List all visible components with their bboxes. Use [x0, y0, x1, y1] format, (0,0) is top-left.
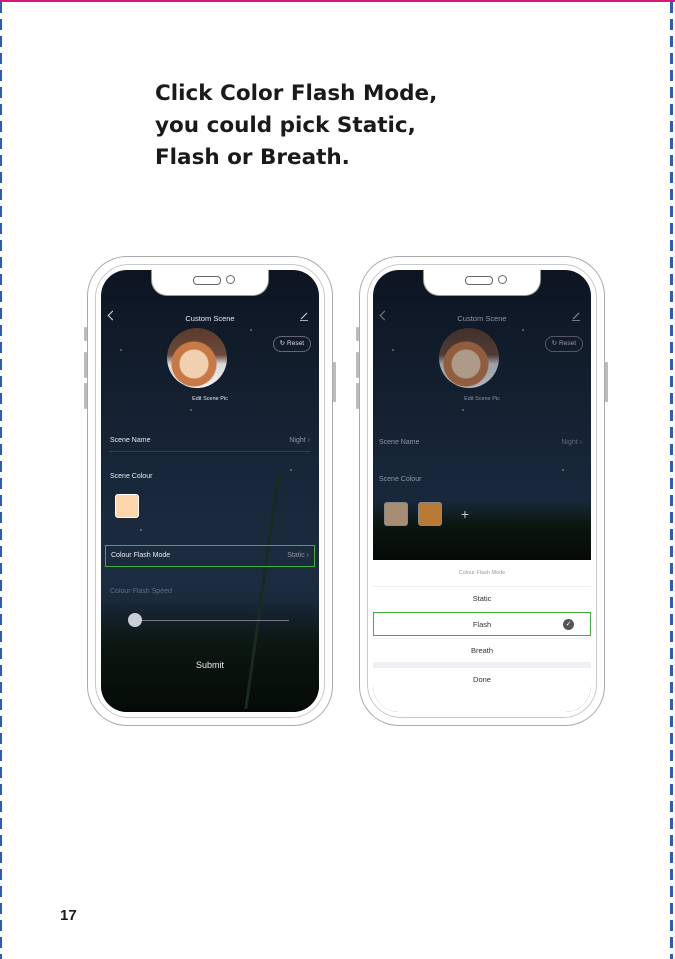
page-number: 17	[60, 907, 77, 924]
volume-down-button	[84, 383, 87, 409]
right-dashed-border	[670, 2, 673, 959]
reset-button[interactable]: ↻ Reset	[544, 336, 583, 352]
scene-colour-label: Scene Colour	[379, 476, 422, 483]
reset-label: Reset	[559, 340, 576, 347]
heading-line-2: you could pick Static,	[155, 113, 416, 138]
scene-name-value-row[interactable]: Night ›	[289, 437, 310, 444]
scene-name-value: Night	[289, 437, 306, 444]
option-flash-label: Flash	[472, 620, 492, 629]
option-breath[interactable]: Breath	[373, 638, 591, 662]
nav-title: Custom Scene	[457, 314, 507, 323]
phone-mockup-right: Custom Scene ↻ Reset Edit Scene Pic Scen…	[356, 256, 608, 726]
refresh-icon: ↻	[551, 340, 558, 347]
scene-name-label: Scene Name	[379, 439, 420, 446]
volume-down-button	[356, 383, 359, 409]
mute-button	[84, 327, 87, 341]
edit-pencil-icon[interactable]	[299, 311, 309, 321]
phone-notch	[423, 270, 541, 296]
refresh-icon: ↻	[279, 340, 286, 347]
front-camera	[226, 275, 235, 284]
flash-mode-value-group: Static ›	[287, 552, 309, 559]
chevron-right-icon: ›	[306, 552, 309, 559]
scene-name-label: Scene Name	[110, 437, 151, 444]
flash-speed-label: Colour Flash Speed	[110, 588, 172, 595]
volume-up-button	[356, 352, 359, 378]
power-button	[333, 362, 336, 402]
submit-button[interactable]: Submit	[101, 660, 319, 670]
colour-swatch[interactable]	[418, 502, 442, 526]
phone-notch	[151, 270, 269, 296]
heading-line-1: Click Color Flash Mode,	[155, 81, 438, 106]
phone-screen: Custom Scene ↻ Reset Edit Scene Pic Scen…	[101, 270, 319, 712]
phone-screen: Custom Scene ↻ Reset Edit Scene Pic Scen…	[373, 270, 591, 712]
add-colour-plus-icon[interactable]: +	[453, 502, 477, 526]
speaker-grille	[465, 276, 493, 285]
chevron-right-icon: ›	[579, 439, 582, 446]
scene-colour-label: Scene Colour	[110, 473, 153, 480]
colour-flash-mode-row[interactable]: Colour Flash Mode Static ›	[105, 545, 315, 567]
flash-mode-action-sheet: Colour Flash Mode Static Flash ✓ Breath …	[373, 560, 591, 712]
speaker-grille	[193, 276, 221, 285]
option-static[interactable]: Static	[373, 586, 591, 610]
option-flash[interactable]: Flash ✓	[373, 612, 591, 636]
row-divider	[109, 451, 311, 452]
edit-scene-pic-label[interactable]: Edit Scene Pic	[101, 396, 319, 402]
instruction-heading: Click Color Flash Mode, you could pick S…	[155, 78, 515, 174]
phone-mockup-left: Custom Scene ↻ Reset Edit Scene Pic Scen…	[84, 256, 336, 726]
sheet-title: Colour Flash Mode	[458, 570, 506, 576]
flash-mode-value: Static	[287, 552, 305, 559]
front-camera	[498, 275, 507, 284]
flash-speed-slider-track[interactable]	[131, 620, 289, 621]
nav-title: Custom Scene	[185, 314, 235, 323]
heading-line-3: Flash or Breath.	[155, 145, 350, 170]
reset-label: Reset	[287, 340, 304, 347]
scene-name-value: Night	[561, 439, 578, 446]
reset-button[interactable]: ↻ Reset	[272, 336, 311, 352]
edit-pencil-icon[interactable]	[571, 311, 581, 321]
scene-name-value-row[interactable]: Night ›	[561, 439, 582, 446]
left-dashed-border	[0, 2, 2, 959]
chevron-right-icon: ›	[307, 437, 310, 444]
flash-speed-slider-knob[interactable]	[128, 613, 142, 627]
scene-picture[interactable]	[167, 328, 227, 388]
edit-scene-pic-label[interactable]: Edit Scene Pic	[373, 396, 591, 402]
volume-up-button	[84, 352, 87, 378]
done-button[interactable]: Done	[373, 668, 591, 692]
colour-swatch[interactable]	[384, 502, 408, 526]
mute-button	[356, 327, 359, 341]
flash-mode-label: Colour Flash Mode	[111, 552, 171, 559]
power-button	[605, 362, 608, 402]
top-border-line	[0, 0, 675, 2]
colour-swatch[interactable]	[115, 494, 139, 518]
scene-picture[interactable]	[439, 328, 499, 388]
checkmark-icon: ✓	[563, 619, 574, 630]
